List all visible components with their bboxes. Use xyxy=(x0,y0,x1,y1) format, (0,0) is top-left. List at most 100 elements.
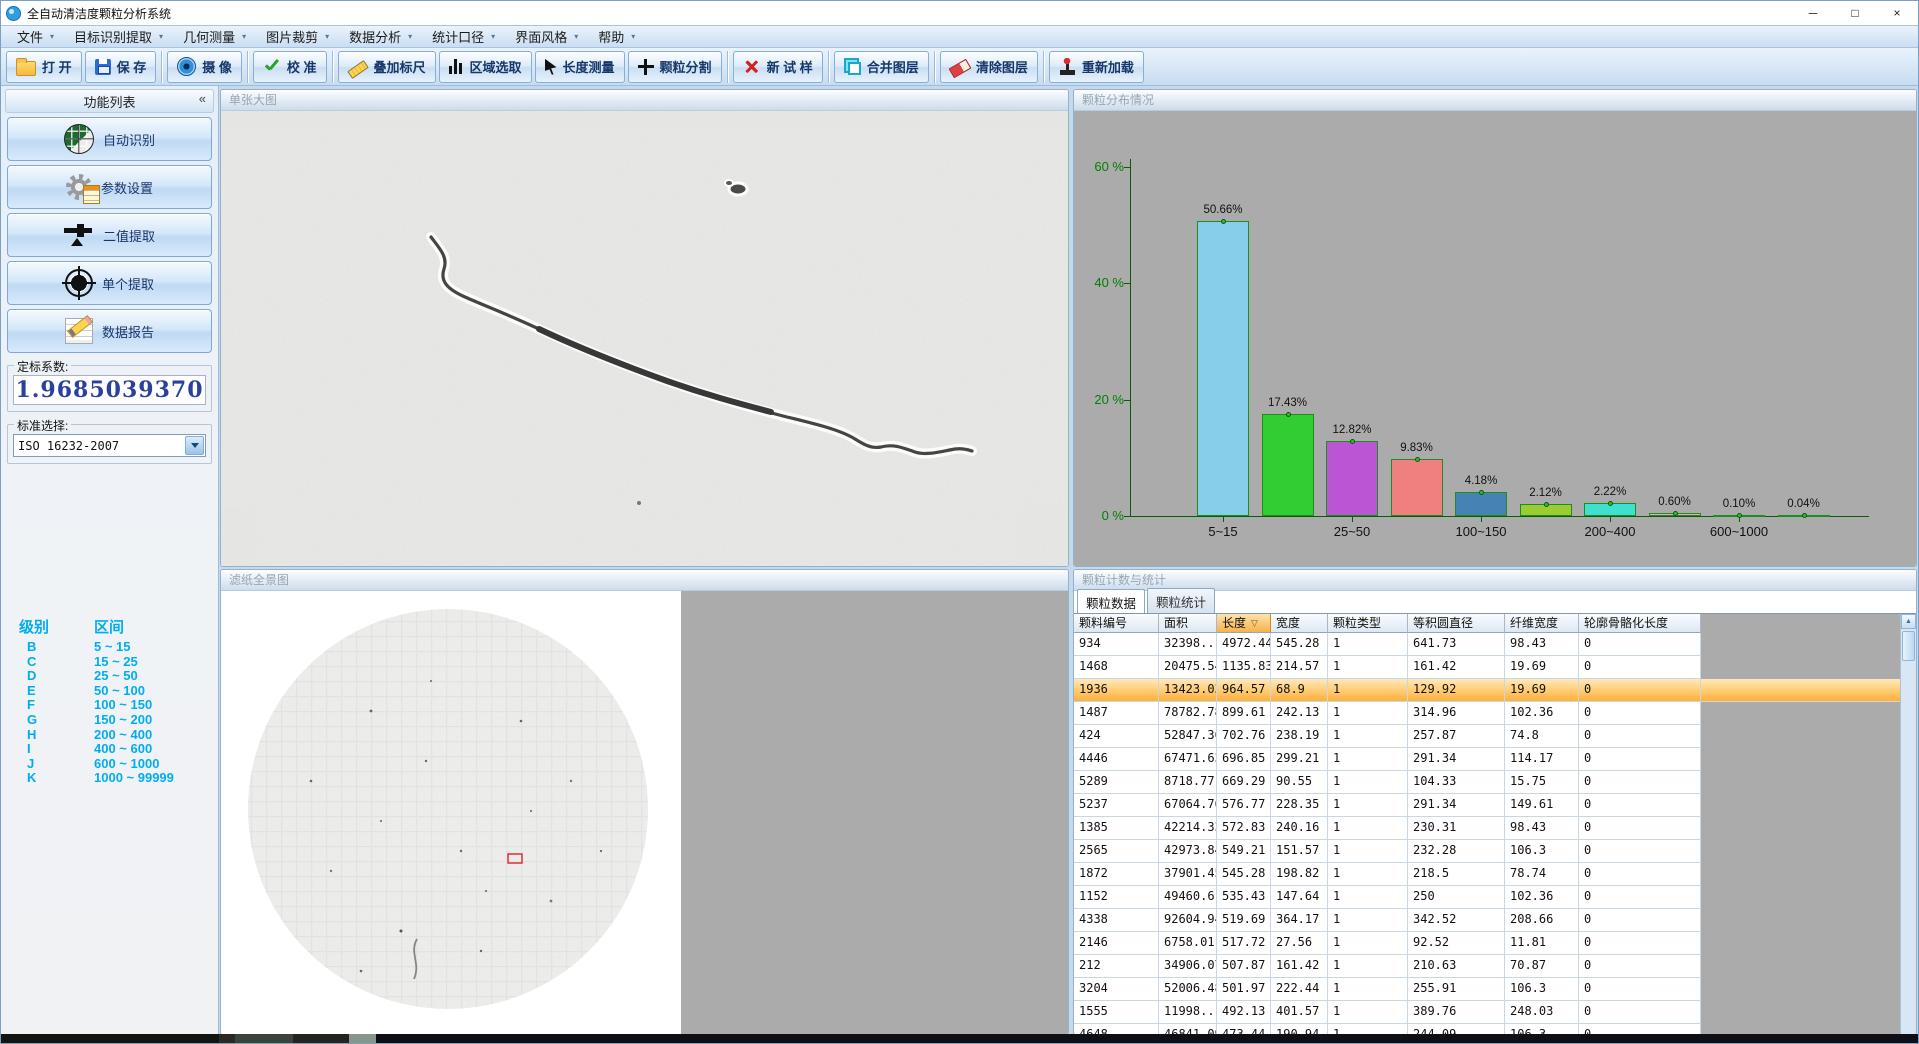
menu-item-image-crop[interactable]: 图片裁剪▾ xyxy=(256,26,339,47)
standard-select[interactable]: ISO 16232-2007 xyxy=(13,434,206,457)
column-header-6[interactable]: 等积圆直径 xyxy=(1408,614,1505,633)
table-scrollbar[interactable]: ▲ xyxy=(1900,614,1916,1035)
sidebar-button-data-report[interactable]: 数据报告 xyxy=(7,309,212,353)
cell: 1 xyxy=(1328,656,1408,678)
cell: 238.19 xyxy=(1271,725,1328,747)
column-header-4[interactable]: 宽度 xyxy=(1271,614,1328,633)
table-row[interactable]: 523767064.76576.77228.351291.34149.610 xyxy=(1074,794,1701,817)
toolbar-button-calibrate[interactable]: 校 准 xyxy=(253,51,327,83)
table-row[interactable]: 52898718.77669.2990.551104.3315.750 xyxy=(1074,771,1701,794)
toolbar-button-merge-layers[interactable]: 合并图层 xyxy=(834,51,929,83)
sidebar-button-single-extract[interactable]: 单个提取 xyxy=(7,261,212,305)
menu-item-data-analysis[interactable]: 数据分析▾ xyxy=(339,26,422,47)
dropdown-arrow-icon[interactable] xyxy=(185,436,204,455)
table-row[interactable]: 21466758.01517.7227.56192.5211.810 xyxy=(1074,932,1701,955)
table-row[interactable]: 138542214.33572.83240.161230.3198.430 xyxy=(1074,817,1701,840)
table-row[interactable]: 320452006.48501.97222.441255.91106.30 xyxy=(1074,978,1701,1001)
single-image-view[interactable] xyxy=(221,111,1068,567)
column-header-5[interactable]: 颗粒类型 xyxy=(1328,614,1408,633)
crosshair-target-icon xyxy=(65,269,93,297)
toolbar-button-region-select[interactable]: 区域选取 xyxy=(439,51,532,83)
toolbar-button-open[interactable]: 打 开 xyxy=(6,51,82,83)
level-row: G150 ~ 200 xyxy=(9,713,209,728)
cell: 1468 xyxy=(1074,656,1159,678)
toolbar-button-new-sample[interactable]: 新 试 样 xyxy=(733,51,823,83)
open-folder-icon xyxy=(16,61,36,76)
menu-item-target-extract[interactable]: 目标识别提取▾ xyxy=(64,26,173,47)
cell: 161.42 xyxy=(1408,656,1505,678)
collapse-sidebar-button[interactable]: « xyxy=(199,91,206,106)
level-code: C xyxy=(9,655,94,670)
level-range: 5 ~ 15 xyxy=(94,640,131,655)
column-header-8[interactable]: 轮廓骨骼化长度 xyxy=(1579,614,1701,633)
cell: 342.52 xyxy=(1408,909,1505,931)
table-row[interactable]: 21234906.07507.87161.421210.6370.870 xyxy=(1074,955,1701,978)
bar-50~100 xyxy=(1391,459,1443,516)
taskbar-strip xyxy=(1,1034,1918,1043)
toolbar-button-clear-layers[interactable]: 清除图层 xyxy=(940,51,1038,83)
toolbar-separator xyxy=(727,51,728,83)
sidebar-button-label: 二值提取 xyxy=(103,226,155,245)
menu-item-help[interactable]: 帮助▾ xyxy=(588,26,645,47)
menu-item-geometry-measure[interactable]: 几何测量▾ xyxy=(173,26,256,47)
table-row[interactable]: 433892604.94519.69364.171342.52208.660 xyxy=(1074,909,1701,932)
column-header-1[interactable]: 颗料编号 xyxy=(1074,614,1159,633)
level-table: 级别 区间 B5 ~ 15C15 ~ 25D25 ~ 50E50 ~ 100F1… xyxy=(9,616,209,786)
toolbar-button-save[interactable]: 保 存 xyxy=(85,51,157,83)
cell: 74.8 xyxy=(1505,725,1579,747)
menu-item-statistics-caliber[interactable]: 统计口径▾ xyxy=(422,26,505,47)
toolbar-separator xyxy=(934,51,935,83)
cell: 1135.83 xyxy=(1217,656,1271,678)
standard-group: 标准选择: ISO 16232-2007 xyxy=(7,424,212,464)
maximize-button[interactable]: □ xyxy=(1834,2,1876,24)
menu-item-file[interactable]: 文件▾ xyxy=(7,26,64,47)
filter-overview-view[interactable] xyxy=(221,591,1068,1035)
minimize-button[interactable]: ─ xyxy=(1792,2,1834,24)
distribution-bar-chart: 0 %20 %40 %60 %50.66%17.43%12.82%9.83%4.… xyxy=(1074,111,1916,567)
toolbar-button-length-measure[interactable]: 长度测量 xyxy=(535,51,625,83)
bar-top-dot xyxy=(1415,457,1420,462)
table-row[interactable]: 115249460.6535.43147.641250102.360 xyxy=(1074,886,1701,909)
table-row[interactable]: 148778782.78899.61242.131314.96102.360 xyxy=(1074,702,1701,725)
level-row: I400 ~ 600 xyxy=(9,742,209,757)
scroll-up-icon[interactable]: ▲ xyxy=(1901,614,1916,629)
sidebar-button-param-settings[interactable]: 参数设置 xyxy=(7,165,212,209)
column-header-3[interactable]: 长度▽ xyxy=(1217,614,1271,633)
toolbar-separator xyxy=(332,51,333,83)
cell: 37901.45 xyxy=(1159,863,1217,885)
cell: 27.56 xyxy=(1271,932,1328,954)
title-bar: 全自动清洁度颗粒分析系统 ─ □ × xyxy=(1,1,1918,25)
cell: 0 xyxy=(1579,978,1701,1000)
toolbar-button-camera[interactable]: 摄 像 xyxy=(167,51,242,83)
cell: 669.29 xyxy=(1217,771,1271,793)
particle-stats-panel: 颗粒计数与统计 颗粒数据颗粒统计 颗料编号面积长度▽宽度颗粒类型等积圆直径纤维宽… xyxy=(1073,569,1917,1035)
table-row[interactable]: 93432398...4972.44545.281641.7398.430 xyxy=(1074,633,1701,656)
table-row[interactable]: 256542973.84549.21151.571232.28106.30 xyxy=(1074,840,1701,863)
auto-recognize-icon xyxy=(64,124,94,154)
toolbar-button-reload[interactable]: 重新加载 xyxy=(1049,51,1144,83)
sidebar-button-auto-recognize[interactable]: 自动识别 xyxy=(7,117,212,161)
table-row[interactable]: 42452847.36702.76238.191257.8774.80 xyxy=(1074,725,1701,748)
scrollbar-thumb[interactable] xyxy=(1902,631,1915,661)
cell: 314.96 xyxy=(1408,702,1505,724)
table-row[interactable]: 146820475.541135.83214.571161.4219.690 xyxy=(1074,656,1701,679)
cell: 11.81 xyxy=(1505,932,1579,954)
toolbar-button-particle-split[interactable]: 颗粒分割 xyxy=(628,51,722,83)
cell: 1 xyxy=(1328,840,1408,862)
single-image-panel-title: 单张大图 xyxy=(221,90,1068,111)
close-button[interactable]: × xyxy=(1876,2,1918,24)
sidebar-button-binary-extract[interactable]: 二值提取 xyxy=(7,213,212,257)
cell: 102.36 xyxy=(1505,886,1579,908)
table-row[interactable]: 155511998...492.13401.571389.76248.030 xyxy=(1074,1001,1701,1024)
column-header-2[interactable]: 面积 xyxy=(1159,614,1217,633)
bar-top-dot xyxy=(1479,490,1484,495)
tab-particle-stats[interactable]: 颗粒统计 xyxy=(1147,588,1215,613)
table-row[interactable]: 187237901.45545.28198.821218.578.740 xyxy=(1074,863,1701,886)
menu-item-ui-style[interactable]: 界面风格▾ xyxy=(505,26,588,47)
toolbar-button-overlay-ruler[interactable]: 叠加标尺 xyxy=(338,51,436,83)
column-header-7[interactable]: 纤维宽度 xyxy=(1505,614,1579,633)
table-row[interactable]: 444667471.63696.85299.211291.34114.170 xyxy=(1074,748,1701,771)
table-row[interactable]: 193613423.03964.5768.91129.9219.690 xyxy=(1074,679,1902,702)
tab-particle-data[interactable]: 颗粒数据 xyxy=(1077,589,1145,614)
cell: 934 xyxy=(1074,633,1159,655)
